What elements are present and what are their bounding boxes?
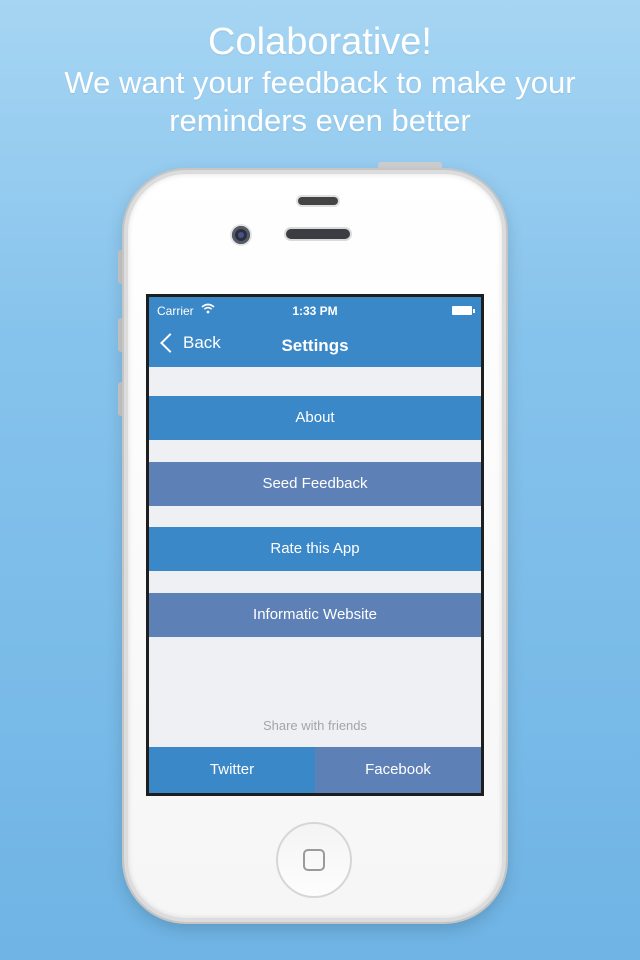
- rate-app-button[interactable]: Rate this App: [149, 527, 481, 571]
- proximity-sensor: [298, 197, 338, 205]
- share-label: Share with friends: [262, 718, 368, 733]
- navigation-bar: Back Settings: [149, 325, 481, 367]
- phone-screen: Carrier 1:33 PM Back Settings About Seed…: [146, 294, 484, 796]
- website-button[interactable]: Informatic Website: [149, 593, 481, 637]
- page-title: Settings: [281, 336, 349, 355]
- power-button: [378, 162, 442, 170]
- status-bar: Carrier 1:33 PM: [149, 297, 481, 325]
- headline: Colaborative! We want your feedback to m…: [0, 20, 640, 140]
- headline-subtitle-line-1: We want your feedback to make your: [64, 65, 576, 100]
- twitter-button[interactable]: Twitter: [149, 747, 315, 793]
- home-button[interactable]: [276, 822, 352, 898]
- send-feedback-button[interactable]: Seed Feedback: [149, 462, 481, 506]
- battery-icon: [452, 306, 475, 315]
- front-camera-icon: [232, 226, 250, 244]
- headline-title: Colaborative!: [208, 21, 432, 63]
- earpiece-speaker: [286, 229, 350, 239]
- share-buttons: Twitter Facebook: [149, 747, 481, 793]
- about-button[interactable]: About: [149, 396, 481, 440]
- app-screen: Carrier 1:33 PM Back Settings About Seed…: [149, 297, 481, 793]
- facebook-button[interactable]: Facebook: [315, 747, 481, 793]
- headline-subtitle-line-2: reminders even better: [169, 103, 471, 138]
- status-time: 1:33 PM: [292, 304, 338, 318]
